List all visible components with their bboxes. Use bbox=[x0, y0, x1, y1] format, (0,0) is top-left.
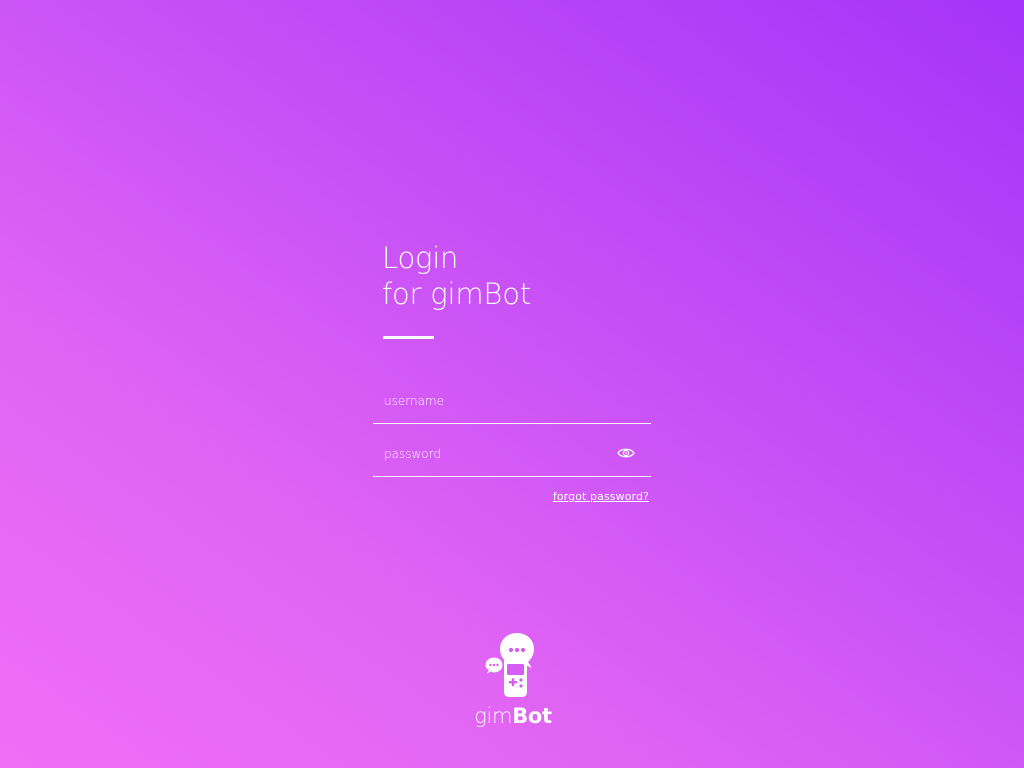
title-line-app: for gimBot bbox=[382, 277, 531, 311]
brand-name-light: gim bbox=[474, 704, 513, 728]
login-form: Login for gimBot forgot password? bbox=[373, 240, 651, 503]
title-line-login: Login bbox=[382, 241, 459, 275]
title-underline bbox=[383, 336, 434, 339]
show-password-eye-icon[interactable] bbox=[615, 445, 637, 461]
brand-footer: gimBot bbox=[472, 630, 554, 728]
brand-name-bold: Bot bbox=[512, 704, 552, 728]
gamepad-chat-icon bbox=[484, 633, 534, 697]
username-input[interactable] bbox=[373, 381, 651, 421]
brand-name: gimBot bbox=[472, 704, 554, 728]
forgot-password-link[interactable]: forgot password? bbox=[373, 490, 651, 503]
username-field-wrapper bbox=[373, 372, 651, 424]
password-input[interactable] bbox=[373, 434, 651, 474]
page-title: Login for gimBot bbox=[373, 240, 651, 312]
password-field-wrapper bbox=[373, 424, 651, 477]
